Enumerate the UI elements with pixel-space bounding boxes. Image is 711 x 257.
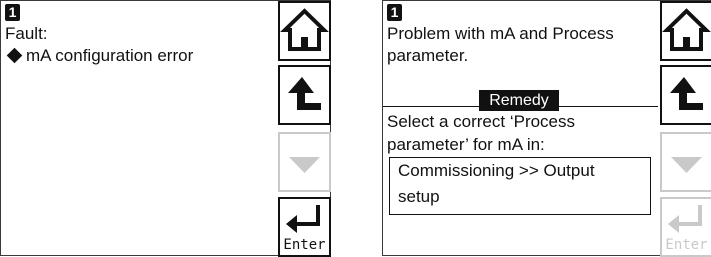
- fault-screen: 1 Fault: mA configuration error Enter: [0, 0, 331, 257]
- home-button[interactable]: [660, 1, 711, 61]
- instruction-line: Select a correct ‘Process: [387, 112, 576, 131]
- menu-path-line: setup: [398, 187, 440, 206]
- back-button[interactable]: [660, 65, 711, 125]
- enter-label: Enter: [665, 237, 708, 253]
- enter-button[interactable]: Enter: [660, 197, 711, 257]
- screen-number-badge: 1: [5, 4, 20, 21]
- fault-content: 1 Fault: mA configuration error: [1, 1, 277, 255]
- down-arrow-icon: [671, 157, 702, 173]
- enter-arrow-icon: [286, 205, 320, 233]
- screen-number-badge: 1: [387, 4, 402, 21]
- home-icon: [662, 8, 711, 51]
- problem-line: Problem with mA and Process: [387, 24, 614, 43]
- menu-path-box: Commissioning >> Output setup: [389, 157, 651, 215]
- down-arrow-icon: [289, 157, 320, 173]
- down-button[interactable]: [660, 132, 711, 192]
- menu-path-line: Commissioning >> Output: [398, 161, 595, 180]
- back-button[interactable]: [278, 65, 331, 125]
- down-button[interactable]: [278, 132, 331, 192]
- fault-message-row: mA configuration error: [5, 45, 193, 67]
- fault-title: Fault:: [5, 24, 48, 43]
- instruction-line: parameter’ for mA in:: [387, 135, 545, 154]
- back-arrow-icon: [670, 77, 703, 110]
- fault-message: mA configuration error: [26, 46, 194, 65]
- enter-arrow-icon: [668, 205, 702, 233]
- diamond-icon: [6, 47, 23, 64]
- remedy-content: 1 Problem with mA and Process parameter.…: [383, 1, 658, 255]
- home-button[interactable]: [278, 1, 331, 61]
- remedy-screen: 1 Problem with mA and Process parameter.…: [382, 0, 711, 257]
- enter-label: Enter: [283, 237, 326, 253]
- enter-button[interactable]: Enter: [278, 197, 331, 257]
- back-arrow-icon: [288, 77, 321, 110]
- home-icon: [280, 8, 329, 51]
- problem-line: parameter.: [387, 46, 469, 65]
- remedy-label: Remedy: [479, 90, 559, 111]
